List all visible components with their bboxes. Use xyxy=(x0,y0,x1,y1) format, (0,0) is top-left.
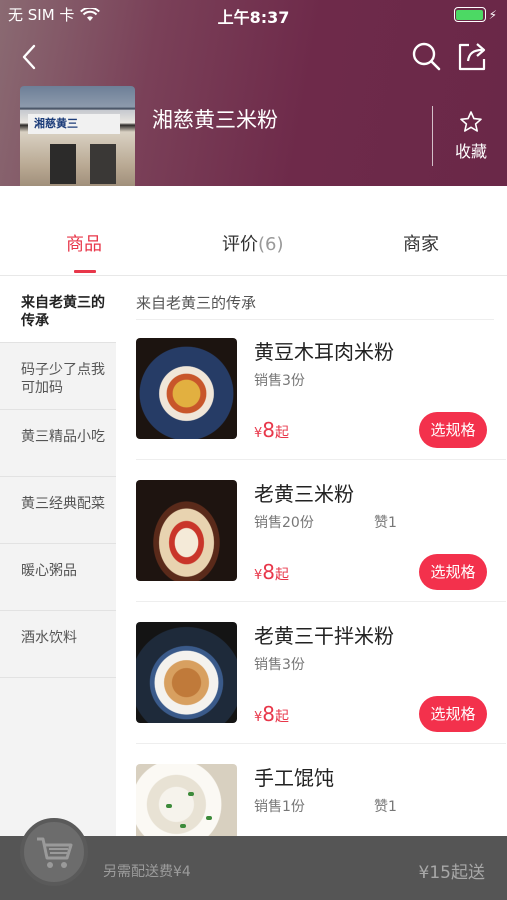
tab-products[interactable]: 商品 xyxy=(66,230,102,256)
tab-merchant[interactable]: 商家 xyxy=(403,230,439,256)
product-thumbnail xyxy=(136,622,237,723)
product-item[interactable]: 老黄三干拌米粉 销售3份 ¥8起 选规格 xyxy=(136,622,506,764)
status-time: 上午8:37 xyxy=(217,8,290,27)
review-count: (6) xyxy=(258,234,284,255)
product-name: 老黄三干拌米粉 xyxy=(254,624,394,648)
tab-reviews[interactable]: 评价(6) xyxy=(222,230,284,256)
category-item[interactable]: 酒水饮料 xyxy=(0,611,116,678)
section-title: 来自老黄三的传承 xyxy=(136,294,257,312)
status-bar: 无 SIM 卡 上午8:37 ⚡ xyxy=(0,0,507,28)
back-arrow-icon[interactable] xyxy=(16,40,44,74)
product-thumbnail xyxy=(136,480,237,581)
active-tab-indicator xyxy=(74,270,96,273)
category-item[interactable]: 黄三精品小吃 xyxy=(0,410,116,477)
select-spec-button[interactable]: 选规格 xyxy=(419,412,487,448)
category-item[interactable]: 来自老黄三的传承 xyxy=(0,276,116,343)
product-price: ¥8起 xyxy=(254,418,290,442)
product-name: 黄豆木耳肉米粉 xyxy=(254,340,394,364)
battery-icon: ⚡ xyxy=(453,7,497,22)
product-item[interactable]: 手工馄饨 销售1份 赞1 xyxy=(136,764,506,836)
cart-button[interactable] xyxy=(20,818,88,886)
product-sales: 销售3份 xyxy=(254,373,305,389)
product-name: 手工馄饨 xyxy=(254,766,334,790)
product-item[interactable]: 老黄三米粉 销售20份 赞1 ¥8起 选规格 xyxy=(136,480,506,622)
product-name: 老黄三米粉 xyxy=(254,482,354,506)
product-item[interactable]: 黄豆木耳肉米粉 销售3份 ¥8起 选规格 xyxy=(136,338,506,480)
favorite-label: 收藏 xyxy=(454,142,487,161)
search-icon[interactable] xyxy=(410,40,442,72)
product-thumbnail xyxy=(136,338,237,439)
store-name: 湘慈黄三米粉 xyxy=(152,108,278,132)
favorite-button[interactable]: 收藏 xyxy=(445,110,497,162)
product-thumbnail xyxy=(136,764,237,836)
category-item[interactable]: 码子少了点我可加码 xyxy=(0,343,116,410)
category-sidebar: 来自老黄三的传承 码子少了点我可加码 黄三精品小吃 黄三经典配菜 暖心粥品 酒水… xyxy=(0,276,116,836)
delivery-fee: 另需配送费¥4 xyxy=(103,864,191,880)
product-price: ¥8起 xyxy=(254,702,290,726)
product-likes: 赞1 xyxy=(374,515,397,531)
store-sign: 湘慈黄三 xyxy=(28,114,120,134)
select-spec-button[interactable]: 选规格 xyxy=(419,554,487,590)
category-item[interactable]: 暖心粥品 xyxy=(0,544,116,611)
star-icon xyxy=(460,111,482,132)
product-list: 来自老黄三的传承 黄豆木耳肉米粉 销售3份 ¥8起 选规格 老黄三米粉 销售20… xyxy=(116,276,507,836)
header-divider xyxy=(432,106,433,166)
product-sales: 销售20份 xyxy=(254,515,314,531)
store-photo: 湘慈黄三 xyxy=(20,86,135,201)
tab-bar: 商品 评价(6) 商家 xyxy=(0,186,507,276)
product-sales: 销售1份 xyxy=(254,799,305,815)
select-spec-button[interactable]: 选规格 xyxy=(419,696,487,732)
product-likes: 赞1 xyxy=(374,799,397,815)
product-sales: 销售3份 xyxy=(254,657,305,673)
category-item[interactable]: 黄三经典配菜 xyxy=(0,477,116,544)
min-order-button[interactable]: ¥15起送 xyxy=(419,858,485,883)
product-price: ¥8起 xyxy=(254,560,290,584)
store-header: 无 SIM 卡 上午8:37 ⚡ 湘慈黄三 湘慈黄三米粉 收藏 xyxy=(0,0,507,201)
share-icon[interactable] xyxy=(456,40,488,72)
shopping-cart-icon xyxy=(37,837,73,868)
